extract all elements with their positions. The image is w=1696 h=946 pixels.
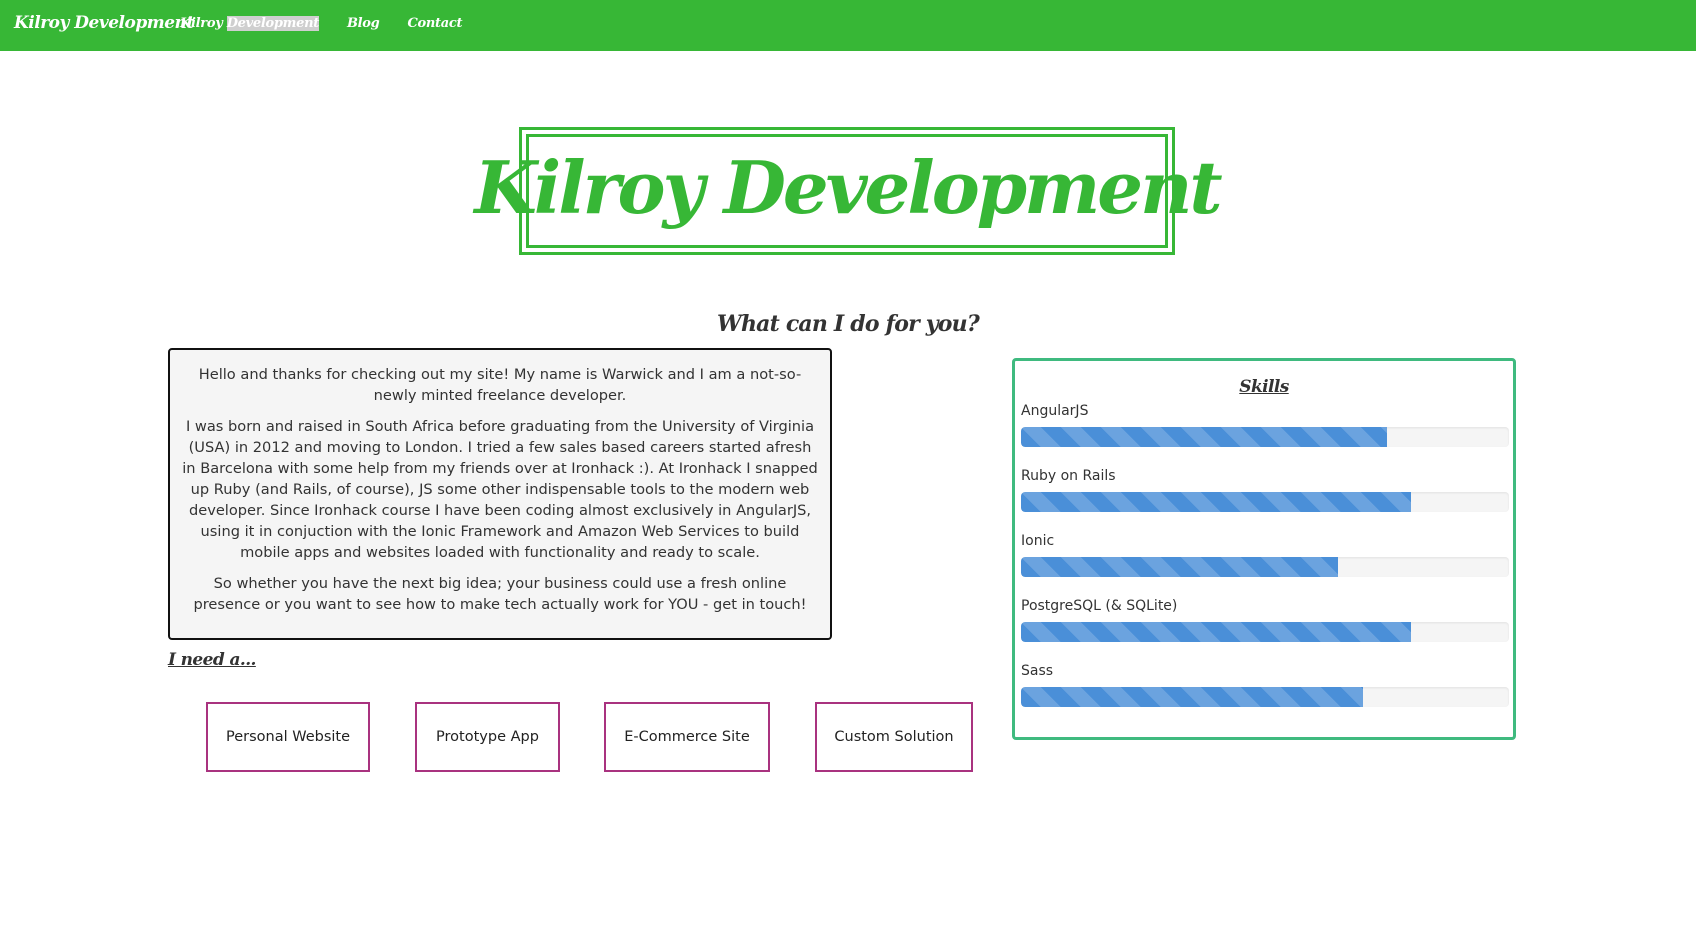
- skill-name: Ionic: [1021, 533, 1055, 549]
- nav-link-home-prefix: Kilroy: [180, 16, 227, 31]
- nav-link-home[interactable]: Kilroy Development: [180, 16, 319, 31]
- skill-progress-track: [1021, 427, 1509, 447]
- skill-row: PostgreSQL (& SQLite): [1021, 596, 1509, 661]
- nav-link-home-highlight: Development: [226, 16, 319, 31]
- skill-row: Ionic: [1021, 531, 1509, 596]
- skill-progress-track: [1021, 687, 1509, 707]
- skills-panel: Skills AngularJS Ruby on Rails Ionic Pos…: [1012, 358, 1516, 740]
- hero-logo-frame: Kilroy Development: [474, 127, 1223, 255]
- intro-paragraph-1: Hello and thanks for checking out my sit…: [198, 366, 802, 404]
- skill-name: AngularJS: [1021, 403, 1089, 419]
- need-heading: I need a...: [168, 650, 256, 670]
- skill-progress-track: [1021, 622, 1509, 642]
- skill-progress-fill: [1021, 557, 1339, 577]
- intro-paragraph-3: So whether you have the next big idea; y…: [193, 575, 807, 613]
- skill-name: Sass: [1021, 663, 1054, 679]
- nav-link-blog[interactable]: Blog: [347, 16, 380, 31]
- ecommerce-site-button[interactable]: E-Commerce Site: [604, 702, 770, 772]
- skill-row: AngularJS: [1021, 401, 1509, 466]
- intro-paragraph-2: I was born and raised in South Africa be…: [182, 418, 818, 561]
- navbar-links: Kilroy Development Blog Contact: [180, 16, 490, 31]
- skill-progress-track: [1021, 492, 1509, 512]
- top-navbar: Kilroy Development Kilroy Development Bl…: [0, 0, 1696, 51]
- personal-website-button[interactable]: Personal Website: [206, 702, 370, 772]
- skill-row: Sass: [1021, 661, 1509, 726]
- custom-solution-button[interactable]: Custom Solution: [815, 702, 973, 772]
- nav-link-contact[interactable]: Contact: [407, 16, 462, 31]
- skill-progress-fill: [1021, 687, 1363, 707]
- hero-logo-inner-frame: Kilroy Development: [474, 134, 1223, 248]
- skill-progress-track: [1021, 557, 1509, 577]
- section-heading: What can I do for you?: [717, 311, 980, 337]
- prototype-app-button[interactable]: Prototype App: [415, 702, 560, 772]
- navbar-brand[interactable]: Kilroy Development: [14, 13, 194, 33]
- hero-title: Kilroy Development: [474, 145, 1222, 230]
- skill-progress-fill: [1021, 492, 1412, 512]
- skill-progress-fill: [1021, 622, 1412, 642]
- skill-row: Ruby on Rails: [1021, 466, 1509, 531]
- skill-progress-fill: [1021, 427, 1387, 447]
- skills-title: Skills: [1239, 377, 1289, 397]
- skill-name: Ruby on Rails: [1021, 468, 1116, 484]
- skill-name: PostgreSQL (& SQLite): [1021, 598, 1178, 614]
- intro-box: Hello and thanks for checking out my sit…: [168, 348, 832, 640]
